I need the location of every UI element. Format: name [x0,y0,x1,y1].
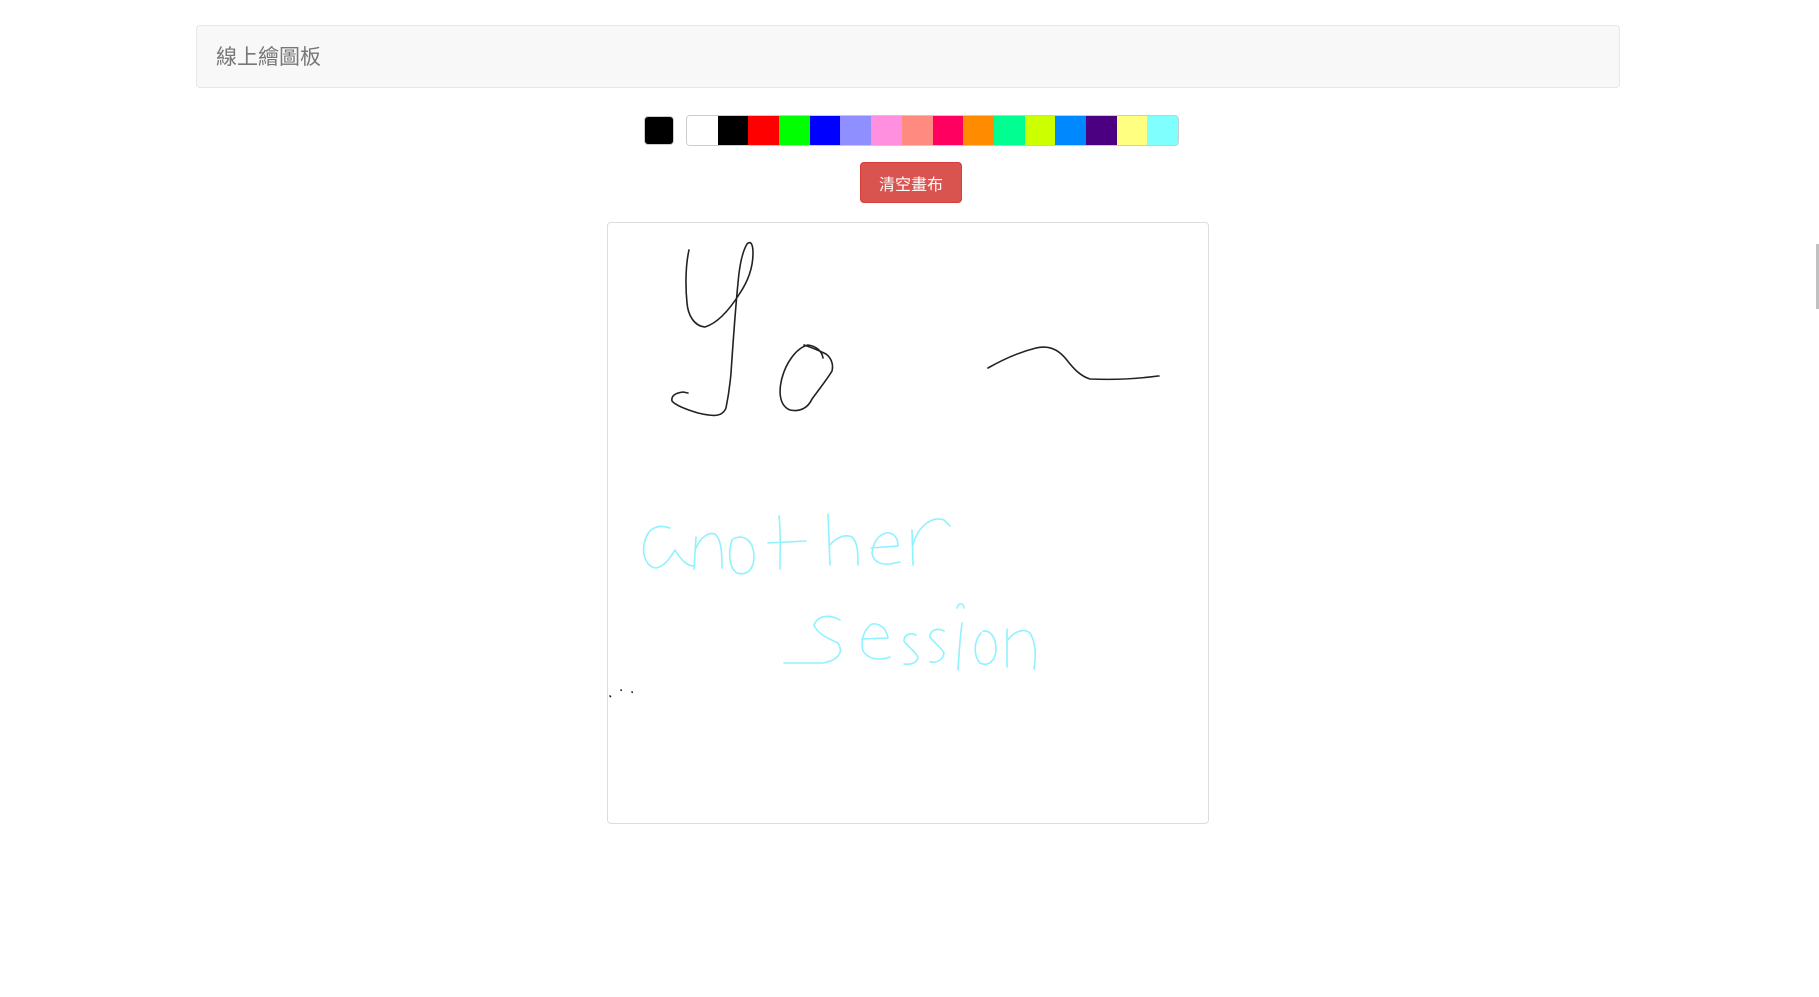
stroke-session-s1 [783,615,842,664]
color-swatch-salmon[interactable] [901,116,933,145]
color-swatch-white[interactable] [687,116,718,145]
stroke-o [779,344,834,412]
color-swatch-orange[interactable] [963,116,994,145]
stroke-another-e [870,532,901,565]
stroke-dots [609,689,634,698]
color-swatch-azure[interactable] [1055,116,1086,145]
color-swatch-light-yellow[interactable] [1116,116,1148,145]
current-color-swatch [644,116,674,145]
clear-canvas-button[interactable]: 清空畫布 [860,162,962,203]
stroke-another-a [642,525,695,569]
stroke-y-left [671,241,754,417]
color-palette [686,115,1179,146]
stroke-another-h [827,513,859,566]
stroke-session-n [1006,628,1036,670]
navbar: 線上繪圖板 [196,25,1620,88]
stroke-session-s3 [929,628,945,663]
color-swatch-red[interactable] [748,116,780,145]
stroke-session-o [974,630,997,665]
color-swatch-crimson[interactable] [932,116,964,145]
stroke-another-n [693,532,723,570]
color-swatch-light-cyan[interactable] [1147,116,1178,145]
stroke-another-r [911,518,951,566]
drawing-canvas[interactable] [607,222,1209,824]
color-swatch-blue[interactable] [809,116,841,145]
color-swatch-green[interactable] [779,116,810,145]
navbar-brand[interactable]: 線上繪圖板 [216,26,321,89]
stroke-session-s2 [903,633,919,666]
stroke-tilde [987,346,1160,381]
color-swatch-lime[interactable] [1024,116,1056,145]
stroke-session-i [956,603,965,671]
drawing-surface[interactable] [608,223,1208,823]
color-swatch-periwinkle[interactable] [840,116,872,145]
color-swatch-pink[interactable] [871,116,902,145]
color-swatch-spring-green[interactable] [993,116,1025,145]
color-swatch-indigo[interactable] [1085,116,1117,145]
stroke-another-o [728,536,755,575]
stroke-another-t [767,515,807,570]
color-swatch-black[interactable] [717,116,749,145]
stroke-session-e [861,623,891,660]
